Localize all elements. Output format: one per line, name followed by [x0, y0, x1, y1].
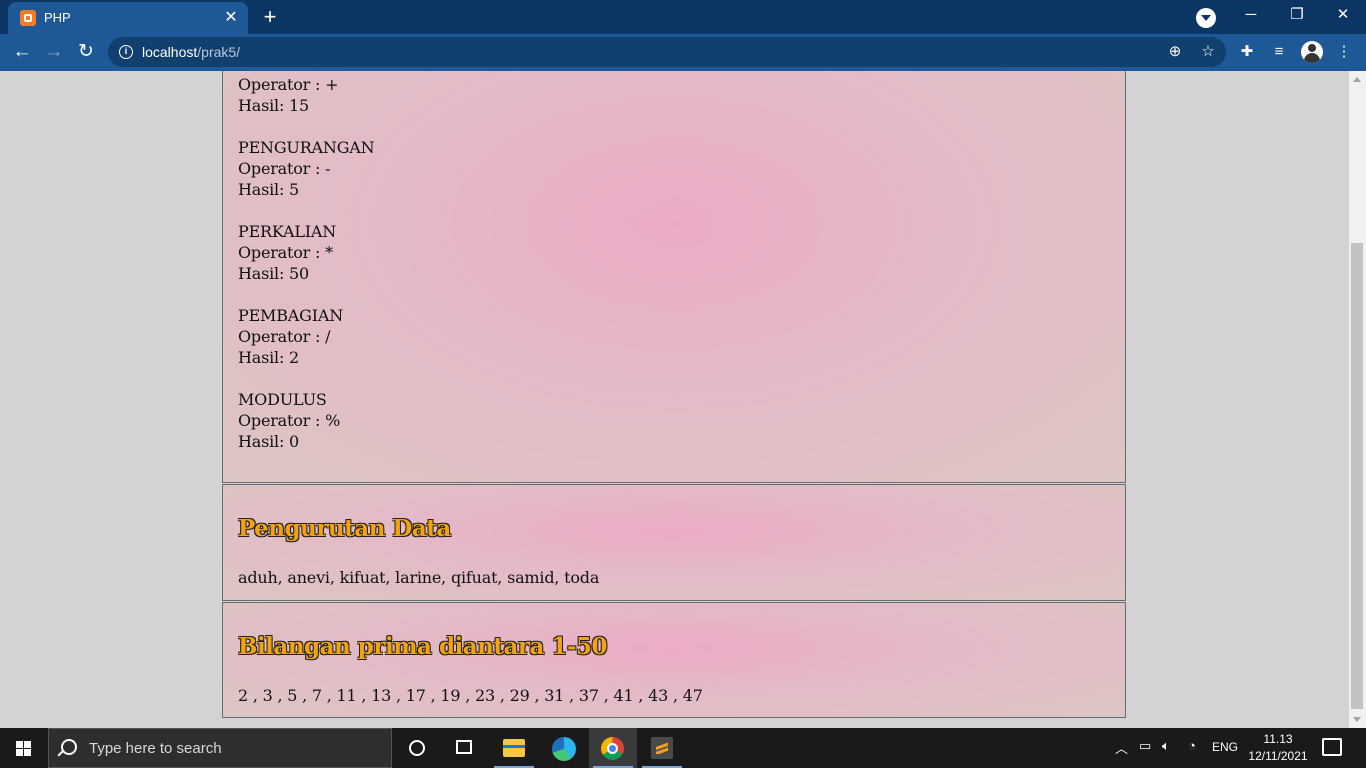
new-tab-button[interactable]: +: [258, 6, 282, 28]
wifi-icon[interactable]: ◔: [1188, 738, 1196, 753]
operator-text: Operator : +: [238, 75, 339, 94]
profile-avatar[interactable]: [1301, 41, 1323, 63]
result-text: Hasil: 0: [238, 432, 299, 451]
extensions-puzzle-icon[interactable]: ✚: [1235, 41, 1259, 65]
minimize-button[interactable]: ─: [1228, 0, 1274, 34]
file-explorer-icon: [503, 739, 525, 757]
scroll-down-arrow-icon[interactable]: [1353, 717, 1361, 722]
zoom-icon[interactable]: ⊕: [1165, 43, 1185, 63]
clock[interactable]: 11.13 12/11/2021: [1240, 731, 1316, 765]
edge-icon: [552, 737, 576, 761]
result-text: Hasil: 50: [238, 264, 309, 283]
scroll-up-arrow-icon[interactable]: [1353, 77, 1361, 82]
site-info-icon[interactable]: i: [119, 45, 133, 59]
operator-text: Operator : /: [238, 327, 331, 346]
search-placeholder: Type here to search: [89, 740, 222, 757]
language-indicator[interactable]: ENG: [1212, 740, 1238, 754]
tab-search-icon[interactable]: [1196, 8, 1216, 28]
browser-tab-bar: PHP ✕ + ─ ❐ ✕: [0, 0, 1366, 34]
windows-taskbar: Type here to search ︿ ▭ 🔈︎ ◔ ENG 11.13 1…: [0, 728, 1366, 768]
back-arrow-icon[interactable]: ←: [9, 40, 35, 66]
sublime-text-icon: [651, 737, 673, 759]
notification-center-icon[interactable]: [1322, 738, 1342, 756]
battery-icon[interactable]: ▭: [1139, 738, 1151, 754]
result-text: Hasil: 2: [238, 348, 299, 367]
reload-icon[interactable]: ↻: [73, 40, 99, 66]
file-explorer-button[interactable]: [490, 728, 538, 768]
sorting-heading: Pengurutan Data: [238, 515, 451, 542]
close-window-button[interactable]: ✕: [1320, 0, 1366, 34]
operation-title: PENGURANGAN: [238, 138, 375, 157]
primes-section: Bilangan prima diantara 1-50 2 , 3 , 5 ,…: [222, 602, 1126, 718]
scrollbar-thumb[interactable]: [1351, 243, 1363, 709]
windows-logo-icon: [16, 741, 32, 756]
forward-arrow-icon[interactable]: →: [41, 40, 67, 66]
operator-text: Operator : %: [238, 411, 341, 430]
address-bar[interactable]: i localhost/prak5/ ⊕ ☆: [108, 37, 1226, 67]
xampp-favicon-icon: [20, 10, 36, 26]
chrome-icon: [601, 737, 624, 760]
operation-title: PEMBAGIAN: [238, 306, 343, 325]
arithmetic-section: Operator : + Hasil: 15 PENGURANGAN Opera…: [222, 71, 1126, 483]
bookmark-star-icon[interactable]: ☆: [1198, 43, 1218, 63]
primes-list-text: 2 , 3 , 5 , 7 , 11 , 13 , 17 , 19 , 23 ,…: [238, 686, 703, 705]
primes-heading: Bilangan prima diantara 1-50: [238, 633, 608, 660]
operation-title: MODULUS: [238, 390, 327, 409]
clock-date: 12/11/2021: [1248, 749, 1308, 763]
result-text: Hasil: 5: [238, 180, 299, 199]
cortana-button[interactable]: [392, 728, 440, 768]
menu-kebab-icon[interactable]: ⋮: [1332, 41, 1356, 65]
taskbar-search-box[interactable]: Type here to search: [48, 728, 392, 768]
cortana-icon: [409, 740, 425, 756]
sorted-names-text: aduh, anevi, kifuat, larine, qifuat, sam…: [238, 568, 600, 587]
tab-title: PHP: [44, 10, 71, 25]
browser-toolbar: ← → ↻ i localhost/prak5/ ⊕ ☆ ✚ ≡ ⋮: [0, 34, 1366, 71]
sublime-text-button[interactable]: [638, 728, 686, 768]
volume-icon[interactable]: 🔈︎: [1162, 738, 1170, 754]
media-queue-icon[interactable]: ≡: [1267, 41, 1291, 65]
page-viewport: Operator : + Hasil: 15 PENGURANGAN Opera…: [0, 71, 1349, 728]
operation-title: PERKALIAN: [238, 222, 337, 241]
operator-text: Operator : -: [238, 159, 331, 178]
url-text[interactable]: localhost/prak5/: [142, 44, 240, 60]
start-button[interactable]: [0, 728, 48, 768]
restore-button[interactable]: ❐: [1274, 0, 1320, 34]
tab-close-icon[interactable]: ✕: [222, 9, 240, 27]
page-scrollbar[interactable]: [1349, 71, 1366, 728]
task-view-button[interactable]: [440, 728, 488, 768]
operator-text: Operator : *: [238, 243, 333, 262]
sorting-section: Pengurutan Data aduh, anevi, kifuat, lar…: [222, 484, 1126, 601]
clock-time: 11.13: [1263, 732, 1293, 746]
search-icon: [61, 739, 77, 755]
show-hidden-icons-icon[interactable]: ︿: [1115, 738, 1128, 757]
edge-button[interactable]: [539, 728, 587, 768]
task-view-icon: [456, 740, 472, 754]
result-text: Hasil: 15: [238, 96, 309, 115]
browser-tab[interactable]: PHP ✕: [8, 2, 248, 34]
chrome-button[interactable]: [589, 728, 637, 768]
